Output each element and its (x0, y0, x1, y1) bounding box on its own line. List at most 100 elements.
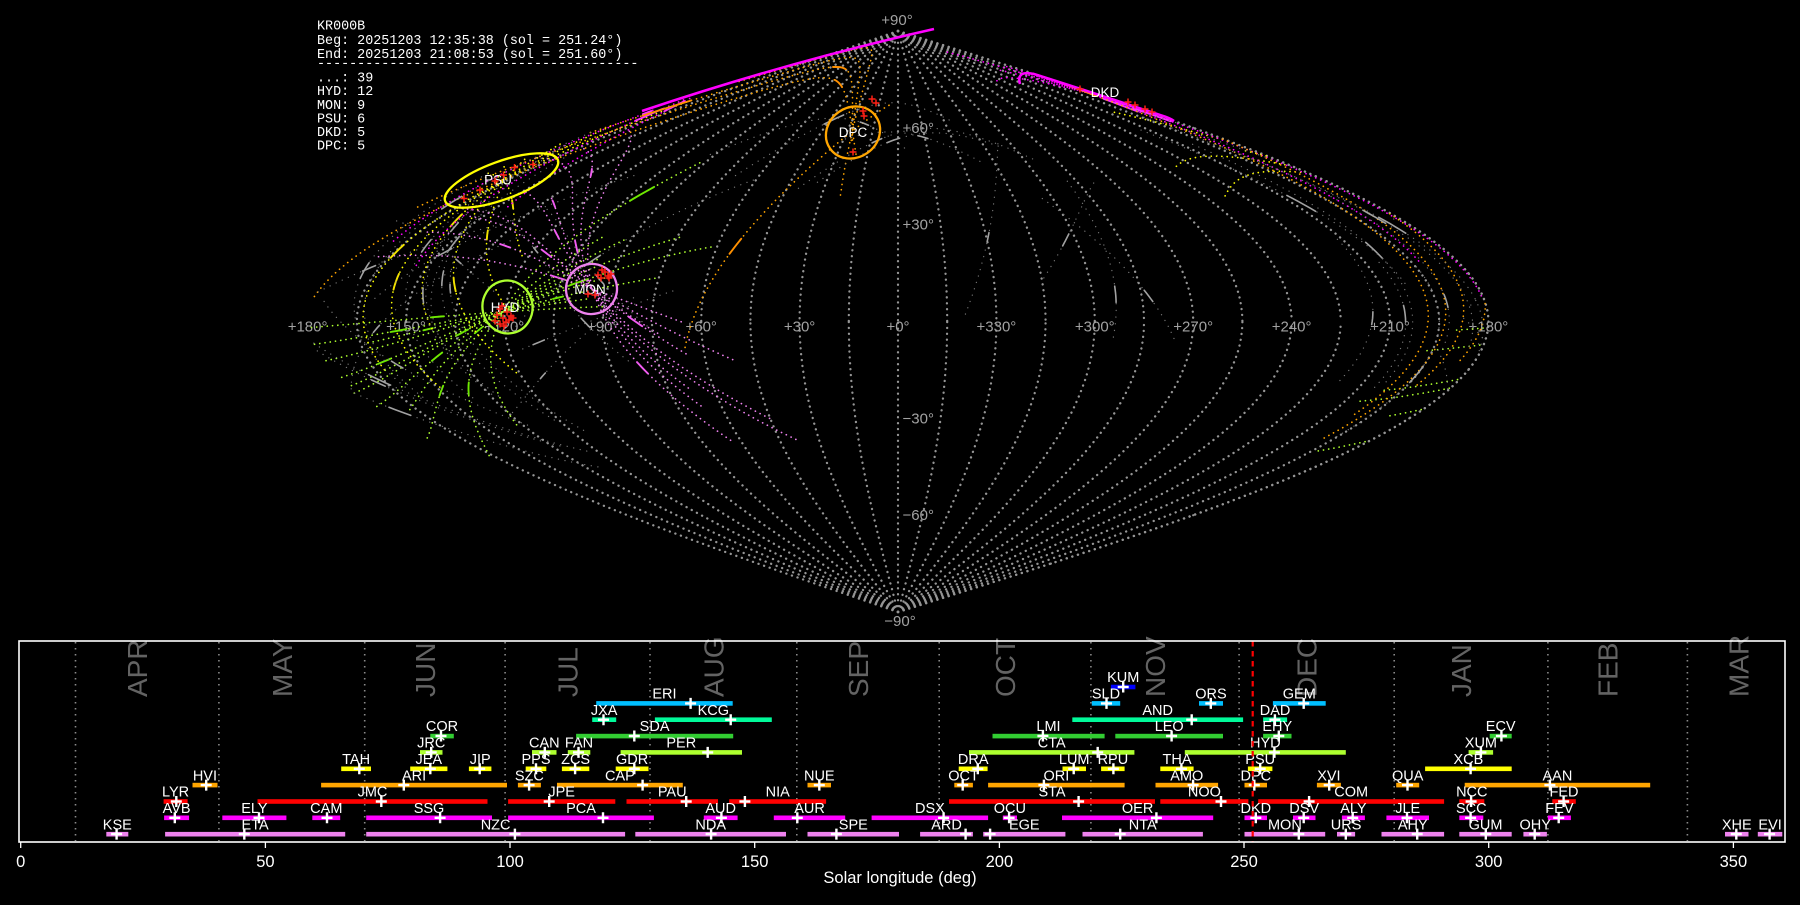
svg-text:200: 200 (986, 853, 1014, 871)
svg-text:Solar longitude (deg): Solar longitude (deg) (823, 869, 976, 887)
svg-text:XUM: XUM (1465, 736, 1497, 752)
svg-text:PPS: PPS (521, 752, 550, 768)
svg-text:PER: PER (666, 736, 696, 752)
svg-text:50: 50 (256, 853, 274, 871)
svg-text:ARD: ARD (931, 817, 962, 833)
svg-text:CTA: CTA (1038, 736, 1066, 752)
svg-text:EHY: EHY (1262, 719, 1292, 735)
svg-text:DPC: DPC (1240, 768, 1271, 784)
svg-text:350: 350 (1720, 853, 1748, 871)
svg-text:DKD: DKD (1240, 801, 1271, 817)
svg-text:KSE: KSE (103, 817, 132, 833)
svg-text:CAM: CAM (310, 801, 342, 817)
svg-text:XVI: XVI (1317, 768, 1340, 784)
svg-text:------------------------------: ---------------------------------------- (317, 57, 638, 72)
svg-text:COM: COM (1334, 785, 1368, 801)
svg-text:+90°: +90° (881, 12, 912, 29)
svg-text:ELY: ELY (241, 801, 268, 817)
svg-text:−60°: −60° (903, 507, 934, 524)
svg-text:DPC: DPC (839, 125, 868, 140)
svg-text:+30°: +30° (903, 217, 934, 234)
svg-text:SLD: SLD (1092, 687, 1120, 703)
svg-text:THA: THA (1163, 752, 1192, 768)
svg-text:150: 150 (741, 853, 769, 871)
svg-text:OHY: OHY (1519, 817, 1551, 833)
svg-text:PCA: PCA (566, 801, 596, 817)
svg-text:SCC: SCC (1456, 801, 1487, 817)
svg-text:GEM: GEM (1283, 687, 1316, 703)
svg-text:AUD: AUD (705, 801, 736, 817)
svg-text:DSV: DSV (1289, 801, 1319, 817)
svg-text:OER: OER (1122, 801, 1153, 817)
svg-text:APR: APR (122, 639, 153, 697)
svg-text:0: 0 (16, 853, 25, 871)
svg-text:HYD: 12: HYD: 12 (317, 85, 373, 100)
svg-text:NUE: NUE (804, 768, 835, 784)
svg-text:SDA: SDA (640, 719, 670, 735)
svg-text:QUA: QUA (1392, 768, 1424, 784)
svg-text:MAR: MAR (1723, 635, 1754, 697)
svg-text:CAP: CAP (605, 768, 635, 784)
svg-text:ECV: ECV (1486, 719, 1516, 735)
svg-text:PSU: PSU (1245, 752, 1275, 768)
svg-text:ALY: ALY (1340, 801, 1367, 817)
svg-text:XHE: XHE (1722, 817, 1752, 833)
svg-text:SPE: SPE (839, 817, 868, 833)
svg-text:FED: FED (1550, 785, 1579, 801)
svg-text:COR: COR (426, 719, 458, 735)
svg-text:EVI: EVI (1758, 817, 1781, 833)
svg-text:+30°: +30° (784, 319, 815, 336)
svg-text:AVB: AVB (163, 801, 191, 817)
svg-text:EGE: EGE (1009, 817, 1040, 833)
svg-text:NOO: NOO (1188, 785, 1221, 801)
svg-text:KR000B: KR000B (317, 19, 365, 34)
svg-text:DRA: DRA (958, 752, 989, 768)
svg-text:+180°: +180° (1469, 319, 1509, 336)
svg-text:AUR: AUR (794, 801, 825, 817)
svg-text:STA: STA (1038, 785, 1065, 801)
svg-text:JIP: JIP (470, 752, 491, 768)
svg-text:FEB: FEB (1593, 643, 1624, 697)
svg-text:300: 300 (1475, 853, 1503, 871)
svg-text:100: 100 (496, 853, 524, 871)
svg-text:Beg: 20251203 12:35:38 (sol =: Beg: 20251203 12:35:38 (sol = 251.24°) (317, 34, 622, 49)
svg-text:+60°: +60° (903, 120, 934, 137)
svg-text:FAN: FAN (565, 736, 593, 752)
svg-text:GDR: GDR (616, 752, 648, 768)
svg-text:LUM: LUM (1059, 752, 1090, 768)
svg-text:TAH: TAH (342, 752, 370, 768)
svg-text:JAN: JAN (1446, 644, 1477, 697)
svg-text:−30°: −30° (903, 410, 934, 427)
svg-text:NZC: NZC (481, 817, 511, 833)
svg-text:AAN: AAN (1542, 768, 1572, 784)
svg-text:GUM: GUM (1469, 817, 1503, 833)
svg-text:NTA: NTA (1129, 817, 1157, 833)
svg-text:+210°: +210° (1370, 319, 1410, 336)
svg-text:NDA: NDA (695, 817, 726, 833)
svg-text:AUG: AUG (698, 636, 729, 697)
svg-text:LMI: LMI (1036, 719, 1060, 735)
svg-text:−90°: −90° (884, 613, 915, 630)
svg-text:JMC: JMC (358, 785, 388, 801)
svg-text:DPC: 5: DPC: 5 (317, 140, 365, 155)
svg-text:OCT: OCT (948, 768, 979, 784)
svg-text:RPU: RPU (1098, 752, 1129, 768)
svg-text:HYD: HYD (1250, 736, 1281, 752)
svg-text:OCU: OCU (994, 801, 1026, 817)
svg-text:SSG: SSG (414, 801, 445, 817)
svg-text:MON: MON (1268, 817, 1302, 833)
svg-text:AND: AND (1142, 703, 1173, 719)
svg-text:ETA: ETA (242, 817, 269, 833)
svg-text:+300°: +300° (1075, 319, 1115, 336)
svg-text:NOV: NOV (1140, 636, 1171, 697)
svg-text:JRC: JRC (417, 736, 445, 752)
svg-text:ORS: ORS (1195, 687, 1226, 703)
svg-text:+240°: +240° (1272, 319, 1312, 336)
svg-text:PAU: PAU (658, 785, 687, 801)
svg-text:250: 250 (1230, 853, 1258, 871)
svg-text:SEP: SEP (843, 641, 874, 697)
svg-text:KCG: KCG (698, 703, 729, 719)
svg-text:JEA: JEA (416, 752, 443, 768)
svg-text:ZCS: ZCS (561, 752, 590, 768)
svg-text:FEV: FEV (1545, 801, 1574, 817)
